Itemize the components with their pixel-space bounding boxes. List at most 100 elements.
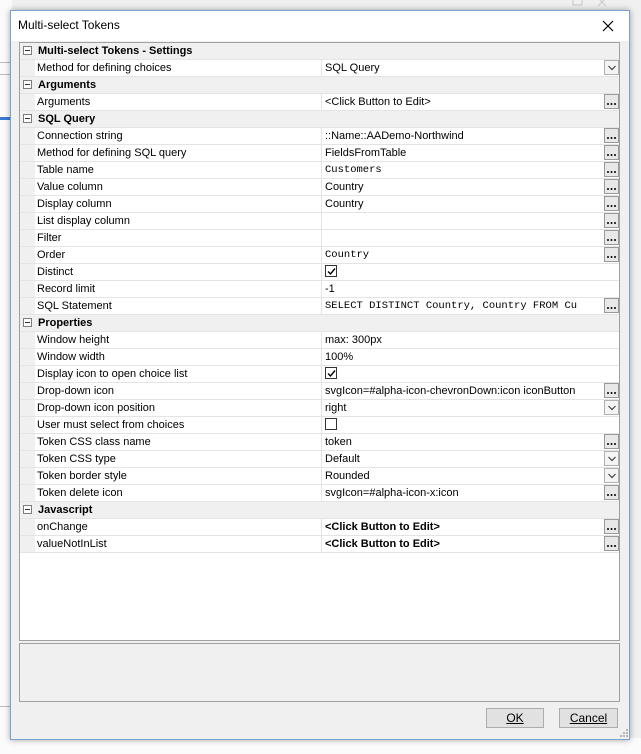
property-value-cell[interactable]: -1 [321,281,619,297]
property-row[interactable]: User must select from choices [20,417,619,434]
property-value-cell[interactable]: <Click Button to Edit> [321,94,619,110]
property-value-cell[interactable]: svgIcon=#alpha-icon-x:icon [321,485,619,501]
ellipsis-button[interactable] [604,213,619,228]
property-value-cell[interactable] [321,230,619,246]
ellipsis-button[interactable] [604,196,619,211]
property-value-cell[interactable]: <Click Button to Edit> [321,519,619,535]
category-row[interactable]: Properties [20,315,619,332]
title-bar[interactable]: Multi-select Tokens [11,11,629,41]
collapse-toggle-icon[interactable] [23,46,32,55]
dropdown-button[interactable] [604,400,619,415]
property-row[interactable]: Order Country [20,247,619,264]
property-label: Record limit [37,283,96,295]
ellipsis-button[interactable] [604,94,619,109]
property-row[interactable]: Drop-down icon position right [20,400,619,417]
property-value-cell[interactable]: ::Name::AADemo-Northwind [321,128,619,144]
property-value-cell[interactable] [321,264,619,280]
row-gutter [20,434,35,450]
row-gutter [20,281,35,297]
ellipsis-button[interactable] [604,383,619,398]
ellipsis-button[interactable] [604,298,619,313]
property-value: svgIcon=#alpha-icon-x:icon [325,487,459,499]
row-gutter [20,298,35,314]
collapse-toggle-icon[interactable] [23,318,32,327]
property-row[interactable]: Method for defining choices SQL Query [20,60,619,77]
property-row[interactable]: Token CSS type Default [20,451,619,468]
property-row[interactable]: Token border style Rounded [20,468,619,485]
property-row[interactable]: Token CSS class name token [20,434,619,451]
property-label: Token CSS class name [37,436,151,448]
property-row[interactable]: Window width 100% [20,349,619,366]
property-value-cell[interactable] [321,213,619,229]
property-row[interactable]: onChange <Click Button to Edit> [20,519,619,536]
property-label: Token CSS type [37,453,116,465]
property-checkbox[interactable] [325,418,337,430]
property-value-cell[interactable]: 100% [321,349,619,365]
property-checkbox[interactable] [325,367,337,379]
ellipsis-button[interactable] [604,519,619,534]
property-value-cell[interactable]: Country [321,179,619,195]
property-value-cell[interactable]: right [321,400,619,416]
property-row[interactable]: Filter [20,230,619,247]
collapse-toggle-icon[interactable] [23,505,32,514]
ellipsis-button[interactable] [604,145,619,160]
property-row[interactable]: Drop-down icon svgIcon=#alpha-icon-chevro… [20,383,619,400]
cancel-button[interactable]: Cancel [559,708,618,728]
ellipsis-button[interactable] [604,128,619,143]
property-value-cell[interactable]: Rounded [321,468,619,484]
property-value-cell[interactable]: svgIcon=#alpha-icon-chevronDown:icon ico… [321,383,619,399]
property-row[interactable]: Display icon to open choice list [20,366,619,383]
property-value-cell[interactable]: token [321,434,619,450]
category-row[interactable]: SQL Query [20,111,619,128]
property-value-cell[interactable] [321,366,619,382]
ellipsis-button[interactable] [604,179,619,194]
collapse-toggle-icon[interactable] [23,80,32,89]
property-value-cell[interactable]: SELECT DISTINCT Country, Country FROM Cu [321,298,619,314]
row-gutter [20,213,35,229]
property-row[interactable]: Value column Country [20,179,619,196]
category-label: SQL Query [38,113,96,125]
property-value-cell[interactable]: Country [321,196,619,212]
ellipsis-button[interactable] [604,434,619,449]
property-row[interactable]: Token delete icon svgIcon=#alpha-icon-x:i… [20,485,619,502]
ellipsis-button[interactable] [604,247,619,262]
property-row[interactable]: Method for defining SQL query FieldsFromT… [20,145,619,162]
property-row[interactable]: valueNotInList <Click Button to Edit> [20,536,619,553]
close-button[interactable] [597,16,619,36]
property-row[interactable]: Window height max: 300px [20,332,619,349]
property-checkbox[interactable] [325,265,337,277]
category-row[interactable]: Arguments [20,77,619,94]
property-row[interactable]: SQL Statement SELECT DISTINCT Country, Co… [20,298,619,315]
property-row[interactable]: List display column [20,213,619,230]
ok-button[interactable]: OK [486,708,544,728]
property-row[interactable]: Connection string::Name::AADemo-Northwin… [20,128,619,145]
property-grid[interactable]: Multi-select Tokens - Settings Method for… [19,42,620,641]
property-value-cell[interactable]: max: 300px [321,332,619,348]
dropdown-button[interactable] [604,60,619,75]
property-row[interactable]: Record limit -1 [20,281,619,298]
category-row[interactable]: Multi-select Tokens - Settings [20,43,619,60]
ellipsis-button[interactable] [604,536,619,551]
property-value-cell[interactable]: FieldsFromTable [321,145,619,161]
ellipsis-icon [607,494,616,496]
property-value-cell[interactable]: Country [321,247,619,263]
property-row[interactable]: Distinct [20,264,619,281]
dropdown-button[interactable] [604,451,619,466]
ellipsis-button[interactable] [604,230,619,245]
property-value-cell[interactable]: Default [321,451,619,467]
category-row[interactable]: Javascript [20,502,619,519]
ellipsis-button[interactable] [604,485,619,500]
resize-grip-icon[interactable] [620,729,628,737]
dropdown-button[interactable] [604,468,619,483]
row-gutter [20,383,35,399]
ellipsis-button[interactable] [604,162,619,177]
property-value-cell[interactable]: Customers [321,162,619,178]
property-value-cell[interactable]: SQL Query [321,60,619,76]
property-row[interactable]: Display column Country [20,196,619,213]
property-row[interactable]: Table name Customers [20,162,619,179]
property-value-cell[interactable] [321,417,619,433]
collapse-toggle-icon[interactable] [23,114,32,123]
property-row[interactable]: Arguments <Click Button to Edit> [20,94,619,111]
row-gutter [20,179,35,195]
property-value-cell[interactable]: <Click Button to Edit> [321,536,619,552]
